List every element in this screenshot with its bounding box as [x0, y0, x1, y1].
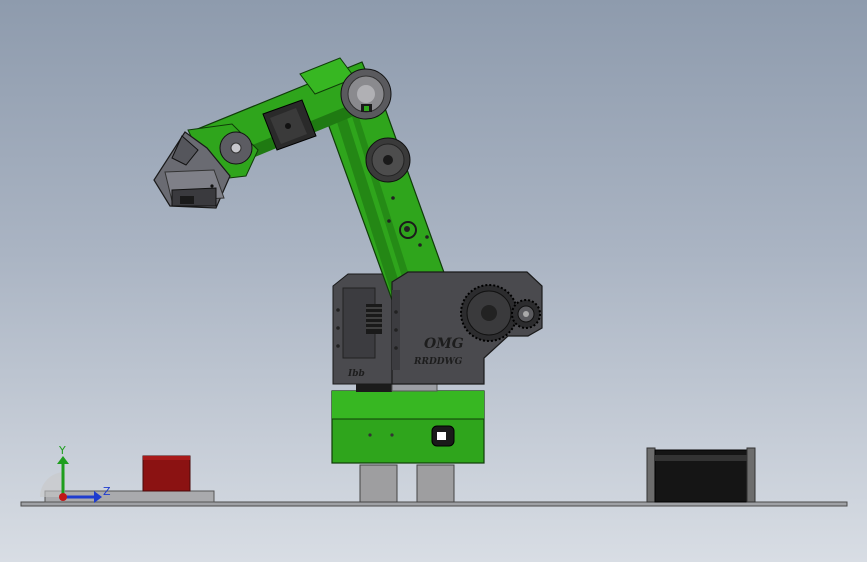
small-gear [511, 299, 541, 329]
shoulder-spring [366, 304, 382, 334]
red-block-assembly [44, 455, 215, 503]
end-effector [153, 123, 259, 209]
green-base-box [331, 390, 485, 464]
housing-engraving-brand: OMG [424, 336, 464, 352]
cylinder-motor [646, 447, 756, 503]
axis-label-y: Y [58, 444, 66, 457]
axis-label-z: Z [103, 485, 111, 498]
base-label: Ibb [347, 369, 365, 379]
shoulder-housing-left: Ibb [332, 273, 393, 385]
red-block [142, 455, 191, 492]
large-gear [460, 284, 518, 342]
housing-engraving-sub: RRDDWG [413, 357, 463, 367]
robot-legs [359, 464, 455, 503]
ground-plate [20, 501, 848, 507]
shoulder-housing-right: OMG RRDDWG [391, 271, 543, 385]
cad-viewport[interactable]: Ibb OMG RRDDWG Y Z [0, 0, 867, 562]
